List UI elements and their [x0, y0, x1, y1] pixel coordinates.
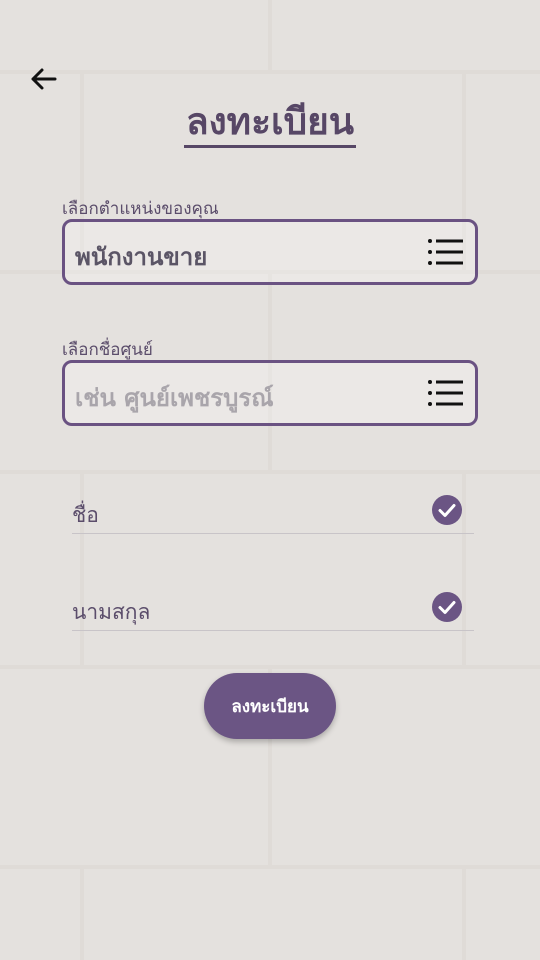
arrow-left-icon [31, 68, 57, 90]
register-button[interactable]: ลงทะเบียน [204, 673, 336, 739]
position-label: เลือกตำแหน่งของคุณ [62, 199, 219, 219]
position-select[interactable]: พนักงานขาย [62, 219, 478, 285]
center-placeholder: เช่น ศูนย์เพชรบูรณ์ [75, 384, 274, 412]
check-circle-icon [432, 495, 462, 525]
list-icon [428, 239, 463, 265]
first-name-label: ชื่อ [72, 503, 99, 527]
first-name-field[interactable]: ชื่อ [72, 489, 474, 534]
center-select[interactable]: เช่น ศูนย์เพชรบูรณ์ [62, 360, 478, 426]
list-icon [428, 380, 463, 406]
position-value: พนักงานขาย [75, 243, 208, 271]
last-name-label: นามสกุล [72, 600, 151, 624]
last-name-field[interactable]: นามสกุล [72, 586, 474, 631]
back-button[interactable] [26, 62, 60, 96]
page-title: ลงทะเบียน [0, 92, 540, 151]
check-circle-icon [432, 592, 462, 622]
center-label: เลือกชื่อศูนย์ [62, 340, 153, 360]
